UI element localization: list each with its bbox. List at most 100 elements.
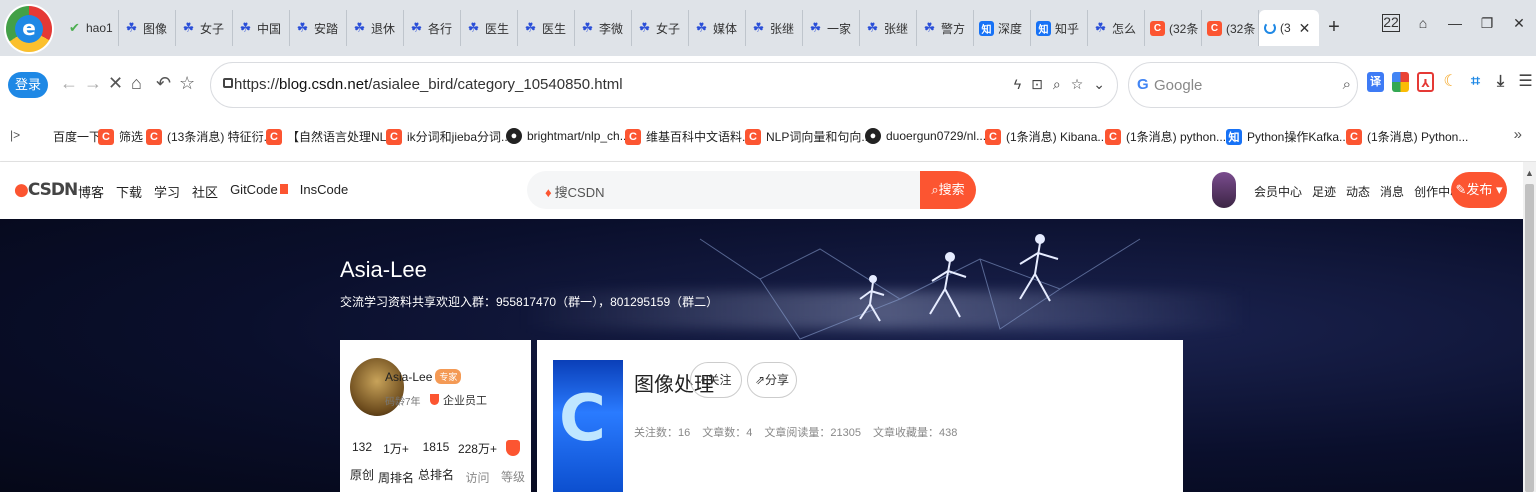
browser-tab[interactable]: ☘ 各行 <box>404 10 461 46</box>
browser-tab[interactable]: ☘ 图像 <box>119 10 176 46</box>
url-path: /asialee_bird/category_10540850.html <box>368 76 623 93</box>
bookmark-item[interactable]: Cik分词和jieba分词... <box>386 128 511 145</box>
follow-button[interactable]: +关注 <box>690 362 742 398</box>
back-icon[interactable]: ← <box>60 73 78 94</box>
shirt-icon[interactable]: ⌂ <box>1414 15 1432 31</box>
messages-link[interactable]: 消息 <box>1380 183 1404 200</box>
browser-tab[interactable]: ☘ 张继 <box>860 10 917 46</box>
browser-tab[interactable]: 知深度 <box>974 10 1031 46</box>
favorite-star-icon[interactable]: ☆ <box>179 73 195 94</box>
url-text[interactable]: https://blog.csdn.net/asialee_bird/categ… <box>234 76 623 93</box>
browser-tab[interactable]: 知知乎 <box>1031 10 1088 46</box>
minimize-icon[interactable]: — <box>1446 15 1464 31</box>
lightning-icon[interactable]: ϟ <box>1014 76 1021 93</box>
scroll-up-icon[interactable]: ▲ <box>1525 168 1534 178</box>
bookmark-item[interactable]: C (1条消息) Kibana... <box>985 128 1107 145</box>
download-icon[interactable]: ⤓ <box>1492 72 1509 92</box>
browser-tab[interactable]: ☘ 一家 <box>803 10 860 46</box>
moon-icon[interactable]: ☾ <box>1442 72 1459 92</box>
maximize-icon[interactable]: ❐ <box>1478 15 1496 32</box>
nav-download[interactable]: 下载 <box>116 182 142 201</box>
browser-tab[interactable]: ☘ 怎么 <box>1088 10 1145 46</box>
bookmark-label: (1条消息) python... <box>1126 130 1227 144</box>
zoom-icon[interactable]: ⌕ <box>1053 76 1061 93</box>
browser-tab[interactable]: ☘ 医生 <box>461 10 518 46</box>
bookmark-item[interactable]: C 筛选 <box>98 128 143 145</box>
browser-logo[interactable]: e <box>6 6 52 52</box>
stat-week-rank[interactable]: 1万+ 周排名 <box>378 440 414 486</box>
tab-count-button[interactable]: 22 <box>1382 14 1400 32</box>
browser-tab[interactable]: ☘ 安踏 <box>290 10 347 46</box>
stat-visits[interactable]: 228万+ 访问 <box>458 440 497 486</box>
stop-loading-icon[interactable]: ✕ <box>108 73 123 94</box>
page-scrollbar[interactable]: ▲ <box>1523 162 1536 492</box>
csdn-search-input[interactable]: ♦ 搜CSDN <box>527 171 920 209</box>
browser-tab[interactable]: ☘ 李微 <box>575 10 632 46</box>
menu-icon[interactable]: ☰ <box>1517 72 1534 92</box>
bookmark-item[interactable]: C (13条消息) 特征衍... <box>146 128 274 145</box>
nav-gitcode[interactable]: GitCode <box>230 182 288 201</box>
user-avatar[interactable] <box>1212 172 1236 208</box>
bookmark-item[interactable]: ● brightmart/nlp_ch... <box>506 128 630 144</box>
bookmark-star-icon[interactable]: ☆ <box>1071 76 1084 93</box>
stat-original[interactable]: 132 原创 <box>350 440 374 486</box>
csdn-logo[interactable]: ●CSDN <box>14 180 78 200</box>
bookmark-item[interactable]: C 【自然语言处理NL... <box>266 128 396 145</box>
more-bookmarks-icon[interactable]: » <box>1514 126 1522 143</box>
screenshot-icon[interactable]: ⊡ <box>1031 76 1043 93</box>
nav-inscode[interactable]: InsCode <box>300 182 348 201</box>
browser-tab[interactable]: ☘ 张继 <box>746 10 803 46</box>
browser-tab[interactable]: ☘ 警方 <box>917 10 974 46</box>
translate-extension-icon[interactable]: 译 <box>1367 72 1384 92</box>
stat-level[interactable]: 等级 <box>501 440 525 486</box>
browser-tab[interactable]: ☘ 医生 <box>518 10 575 46</box>
search-icon[interactable]: ⌕ <box>1343 76 1351 93</box>
bookmark-item[interactable]: C (1条消息) Python... <box>1346 128 1468 145</box>
login-button[interactable]: 登录 <box>8 72 48 98</box>
browser-tab[interactable]: C (32条 <box>1145 10 1202 46</box>
tab-title: 张继 <box>770 21 795 36</box>
bookmark-item[interactable]: 知 Python操作Kafka... <box>1226 128 1349 145</box>
browser-tab[interactable]: ☘ 退休 <box>347 10 404 46</box>
search-engine-box[interactable]: G Google ⌕ <box>1128 62 1358 108</box>
home-icon[interactable]: ⌂ <box>131 73 142 94</box>
bookmarks-toggle-icon[interactable]: |> <box>10 128 20 142</box>
apps-grid-icon[interactable] <box>1392 72 1409 92</box>
new-tab-button[interactable]: + <box>1319 10 1349 46</box>
active-tab[interactable]: (3 ✕ <box>1259 10 1319 46</box>
stat-total-rank[interactable]: 1815 总排名 <box>418 440 454 486</box>
scrollbar-thumb[interactable] <box>1525 184 1534 492</box>
nav-community[interactable]: 社区 <box>192 182 218 201</box>
bookmark-item[interactable]: ☘ 百度一下 <box>32 128 101 145</box>
publish-button[interactable]: ✎发布 ▾ <box>1451 172 1507 208</box>
vip-center-link[interactable]: 会员中心 <box>1254 183 1302 200</box>
close-tab-icon[interactable]: ✕ <box>1299 20 1311 37</box>
browser-tab[interactable]: ✔ hao1 <box>62 10 119 46</box>
browser-tab[interactable]: C (32条 <box>1202 10 1259 46</box>
pdf-icon[interactable]: ⅄ <box>1417 72 1434 92</box>
blog-owner-name[interactable]: Asia-Lee <box>340 257 427 283</box>
close-window-icon[interactable]: ✕ <box>1510 15 1528 32</box>
undo-icon[interactable]: ↶ <box>156 73 171 94</box>
bookmark-item[interactable]: C NLP词向量和句向... <box>745 128 871 145</box>
forward-icon[interactable]: → <box>84 73 102 94</box>
browser-tab[interactable]: ☘ 女子 <box>176 10 233 46</box>
browser-tab[interactable]: ☘ 女子 <box>632 10 689 46</box>
browser-tab[interactable]: ☘ 媒体 <box>689 10 746 46</box>
nav-blog[interactable]: 博客 <box>78 182 104 201</box>
crop-icon[interactable]: ⌗ <box>1467 72 1484 92</box>
share-button[interactable]: ⇗分享 <box>747 362 797 398</box>
lock-icon <box>223 78 233 88</box>
activity-link[interactable]: 动态 <box>1346 183 1370 200</box>
profile-name[interactable]: Asia-Lee 专家 <box>385 369 462 384</box>
nav-learn[interactable]: 学习 <box>154 182 180 201</box>
pen-icon: ✎ <box>1455 182 1467 197</box>
browser-tab[interactable]: ☘ 中国 <box>233 10 290 46</box>
footprint-link[interactable]: 足迹 <box>1312 183 1336 200</box>
csdn-search-button[interactable]: ⌕搜索 <box>920 171 976 209</box>
bookmark-item[interactable]: ● duoergun0729/nl... <box>865 128 986 144</box>
dropdown-chevron-icon[interactable]: ⌄ <box>1093 76 1105 93</box>
bookmark-item[interactable]: C (1条消息) python... <box>1105 128 1226 145</box>
address-bar[interactable]: https://blog.csdn.net/asialee_bird/categ… <box>210 62 1118 108</box>
bookmark-item[interactable]: C 维基百科中文语料... <box>625 128 752 145</box>
